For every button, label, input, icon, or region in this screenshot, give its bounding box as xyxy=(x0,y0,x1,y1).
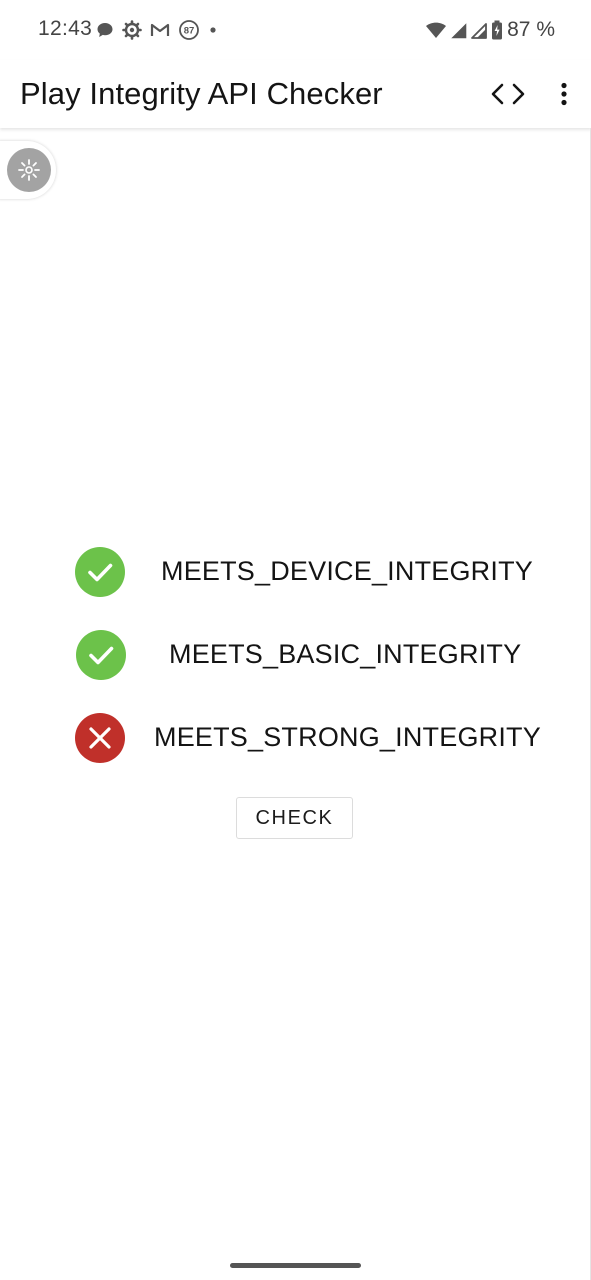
result-row-basic-integrity: MEETS_BASIC_INTEGRITY xyxy=(0,629,591,681)
more-vert-icon-svg xyxy=(561,82,567,106)
result-label: MEETS_DEVICE_INTEGRITY xyxy=(161,556,533,586)
battery-percent: 87 % xyxy=(507,18,555,41)
result-row-strong-integrity: MEETS_STRONG_INTEGRITY xyxy=(0,712,591,764)
status-time: 12:43 xyxy=(38,17,93,40)
check-button[interactable]: CHECK xyxy=(236,797,353,839)
code-icon[interactable] xyxy=(488,76,528,112)
sparkle-icon xyxy=(7,148,51,192)
badge-87-label: 87 xyxy=(184,26,195,37)
cancel-circle-icon xyxy=(75,713,125,763)
floating-edge-button[interactable] xyxy=(0,141,56,199)
app-title: Play Integrity API Checker xyxy=(20,76,383,111)
settings-gear-icon xyxy=(122,20,142,40)
gmail-icon xyxy=(150,22,170,38)
check-circle-icon xyxy=(76,630,126,680)
check-circle-icon xyxy=(75,547,125,597)
app-bar: Play Integrity API Checker xyxy=(0,60,591,128)
battery-icon xyxy=(491,20,503,40)
status-bar: 12:43 87 87 % xyxy=(0,0,591,60)
wifi-icon xyxy=(425,20,447,40)
notification-icons: 87 xyxy=(96,19,226,41)
screen: 12:43 87 87 % Play Integrity API Checker… xyxy=(0,0,591,1280)
result-label: MEETS_BASIC_INTEGRITY xyxy=(169,639,522,669)
badge-87-icon: 87 xyxy=(178,19,200,41)
code-icon-svg xyxy=(491,83,525,105)
signal-icon xyxy=(451,21,467,39)
dot-icon xyxy=(208,25,218,35)
system-icons: 87 % xyxy=(421,16,555,44)
gesture-nav-handle[interactable] xyxy=(230,1263,361,1268)
result-label: MEETS_STRONG_INTEGRITY xyxy=(154,722,541,752)
chat-bubble-icon xyxy=(96,21,114,39)
result-row-device-integrity: MEETS_DEVICE_INTEGRITY xyxy=(0,546,591,598)
more-vert-icon[interactable] xyxy=(550,74,578,114)
signal-icon xyxy=(471,21,488,39)
